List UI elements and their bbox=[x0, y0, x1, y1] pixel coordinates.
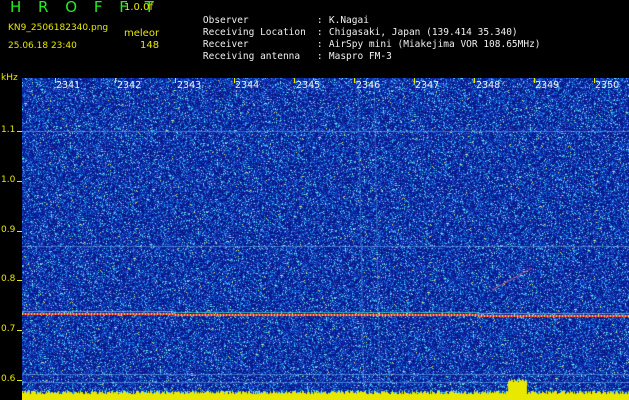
x-tick-label: 2344 bbox=[235, 80, 260, 91]
x-tick-mark bbox=[175, 78, 176, 83]
x-tick-mark bbox=[474, 78, 475, 83]
info-value: Maspro FM-3 bbox=[328, 51, 392, 62]
y-tick-label: 0.6 bbox=[1, 374, 16, 384]
x-tick-label: 2349 bbox=[535, 80, 560, 91]
header-panel: H R O F F T 1.0.0f KN9_2506182340.png me… bbox=[0, 0, 629, 83]
y-tick-mark bbox=[17, 330, 22, 331]
datetime-label: 25.06.18 23:40 bbox=[8, 41, 77, 51]
x-tick-label: 2343 bbox=[177, 80, 202, 91]
x-tick-label: 2341 bbox=[56, 80, 81, 91]
spectrogram-canvas[interactable] bbox=[22, 78, 629, 400]
x-tick-mark bbox=[534, 78, 535, 83]
version-label: 1.0.0f bbox=[124, 2, 153, 13]
x-tick-label: 2342 bbox=[117, 80, 142, 91]
y-tick-label: 0.8 bbox=[1, 274, 16, 284]
y-tick-label: 1.0 bbox=[1, 175, 16, 185]
filename-label: KN9_2506182340.png bbox=[8, 23, 109, 33]
x-tick-mark bbox=[55, 78, 56, 83]
y-tick-mark bbox=[17, 280, 22, 281]
y-tick-mark bbox=[17, 380, 22, 381]
x-tick-label: 2350 bbox=[595, 80, 620, 91]
y-tick-mark bbox=[17, 131, 22, 132]
mode-label: meleor bbox=[124, 28, 160, 39]
x-tick-mark bbox=[115, 78, 116, 83]
info-row-antenna: Receiving antenna: Maspro FM-3 bbox=[202, 51, 392, 62]
info-key: Receiving antenna bbox=[202, 51, 301, 62]
x-tick-label: 2347 bbox=[415, 80, 440, 91]
x-tick-label: 2345 bbox=[296, 80, 321, 91]
y-tick-label: 0.9 bbox=[1, 225, 16, 235]
x-tick-mark bbox=[234, 78, 235, 83]
y-tick-mark bbox=[17, 231, 22, 232]
x-tick-mark bbox=[594, 78, 595, 83]
count-label: 148 bbox=[140, 40, 160, 51]
y-tick-mark bbox=[17, 181, 22, 182]
x-tick-label: 2348 bbox=[476, 80, 501, 91]
y-tick-label: 0.7 bbox=[1, 324, 16, 334]
y-tick-label: 1.1 bbox=[1, 125, 16, 135]
x-tick-mark bbox=[354, 78, 355, 83]
x-tick-mark bbox=[414, 78, 415, 83]
x-tick-mark bbox=[294, 78, 295, 83]
x-tick-label: 2346 bbox=[356, 80, 381, 91]
